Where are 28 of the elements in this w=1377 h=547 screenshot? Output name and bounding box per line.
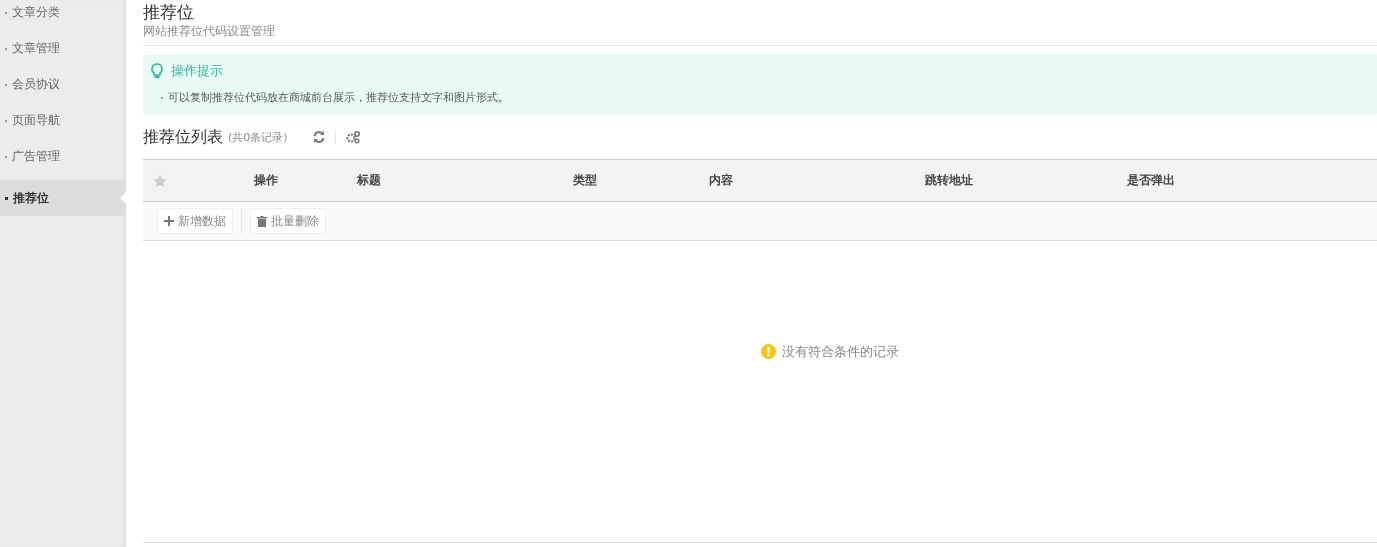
column-header: 标题 — [356, 172, 382, 189]
empty-message: 没有符合条件的记录 — [782, 342, 899, 361]
column-header: 内容 — [708, 172, 734, 189]
list-title: 推荐位列表 — [143, 126, 223, 148]
trash-icon — [257, 215, 267, 227]
sidebar-item[interactable]: 文章管理 — [0, 36, 126, 72]
sidebar-item[interactable]: 页面导航 — [0, 108, 126, 144]
tips-title: 操作提示 — [171, 62, 223, 80]
add-button[interactable]: 新增数据 — [157, 208, 233, 234]
sidebar-item[interactable]: 推荐位 — [0, 180, 126, 216]
tip-text: 可以复制推荐位代码放在商城前台展示，推荐位支持文字和图片形式。 — [151, 90, 1369, 105]
column-header: 跳转地址 — [924, 172, 974, 189]
column-header: 是否弹出 — [1126, 172, 1176, 189]
column-header: 操作 — [253, 172, 279, 189]
star-icon[interactable] — [153, 173, 167, 188]
page-subtitle: 网站推荐位代码设置管理 — [143, 23, 276, 39]
warning-icon — [761, 344, 776, 359]
sidebar-item[interactable]: 文章分类 — [0, 0, 126, 36]
lightbulb-icon — [151, 63, 163, 79]
delete-button[interactable]: 批量删除 — [250, 208, 326, 234]
refresh-icon[interactable] — [311, 130, 326, 144]
sidebar-item[interactable]: 广告管理 — [0, 144, 126, 180]
record-count: (共0条记录) — [228, 129, 288, 145]
column-header: 类型 — [572, 172, 598, 189]
bullet-icon — [5, 197, 8, 200]
page-title: 推荐位 — [143, 1, 195, 23]
plus-icon — [164, 216, 174, 226]
sidebar-item[interactable]: 会员协议 — [0, 72, 126, 108]
